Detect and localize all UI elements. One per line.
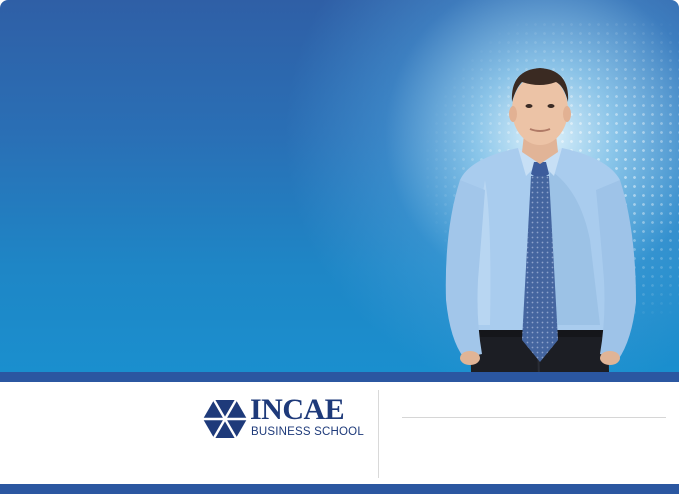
accent-strip-bottom	[0, 484, 679, 494]
accent-strip-top	[0, 372, 679, 382]
brand-name: INCAE	[250, 393, 345, 426]
hexagon-triangles-icon	[203, 399, 247, 439]
brand-tagline: BUSINESS SCHOOL	[251, 426, 364, 438]
footer-divider	[378, 390, 379, 478]
incae-logo[interactable]: INCAE BUSINESS SCHOOL	[202, 393, 372, 442]
footer-rule	[402, 417, 666, 418]
businessman-photo	[445, 68, 636, 382]
hero-banner	[0, 0, 679, 382]
page-frame: INCAE BUSINESS SCHOOL	[0, 0, 679, 494]
